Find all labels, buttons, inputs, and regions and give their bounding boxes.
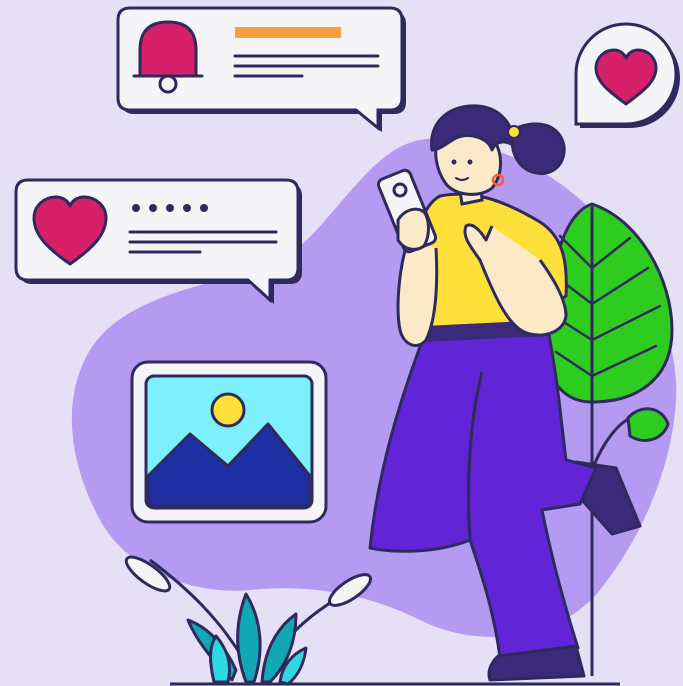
sun-icon <box>210 392 246 428</box>
image-icon <box>130 360 328 524</box>
notification-accent-bar <box>235 27 341 38</box>
illustration-canvas <box>14 6 680 686</box>
small-leaf <box>626 407 670 442</box>
heart-message-bubble <box>14 178 302 304</box>
bell-notification-bubble <box>116 6 406 132</box>
heart-reaction-bubble <box>574 22 680 128</box>
illustration-scene <box>0 0 683 686</box>
